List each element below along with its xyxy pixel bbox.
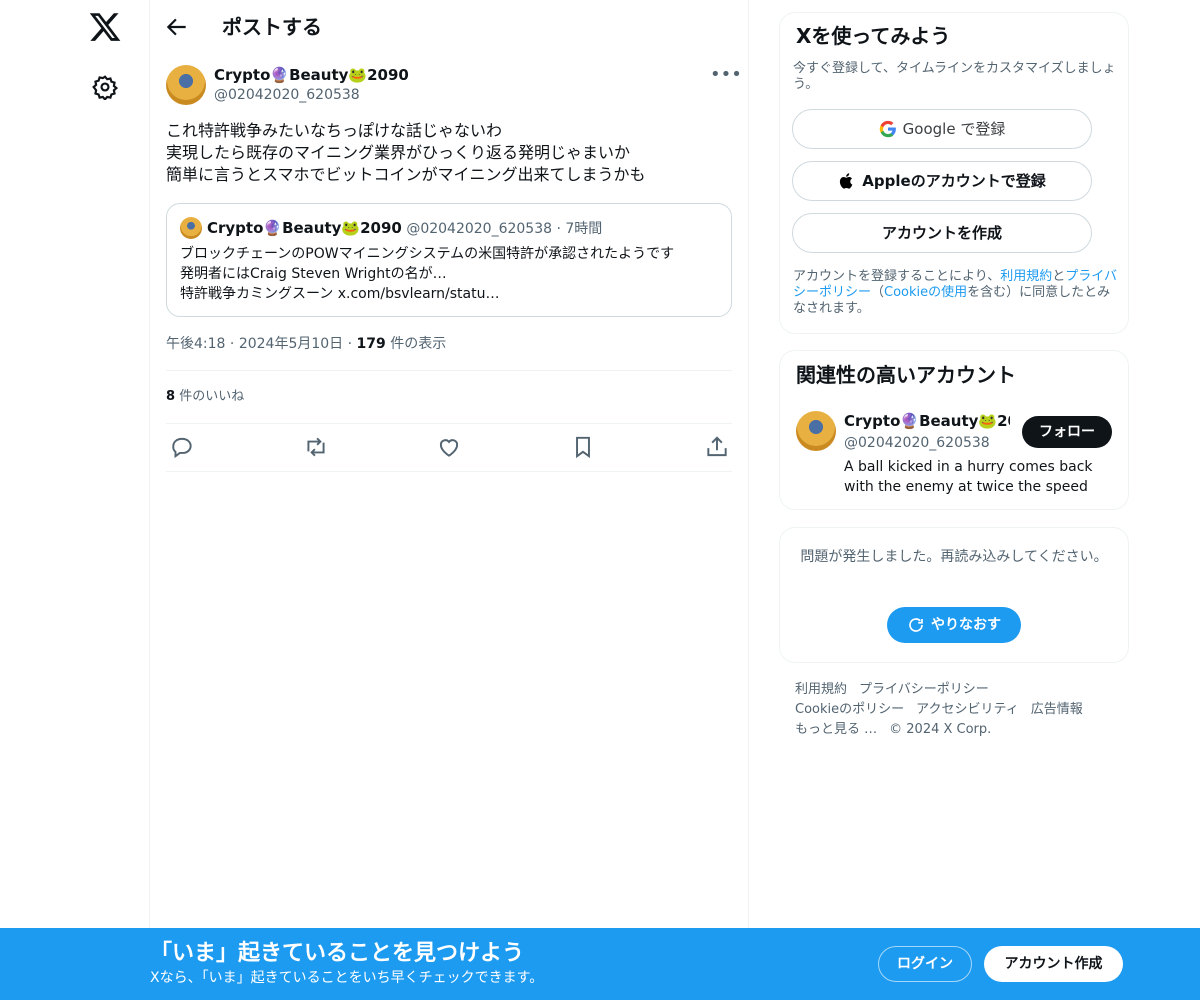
post-date[interactable]: 2024年5月10日 <box>239 336 343 352</box>
post-line: これ特許戦争みたいなちっぽけな話じゃないわ <box>166 121 503 140</box>
divider <box>166 370 732 371</box>
quoted-line: 発明者にはCraig Steven Wrightの名が… <box>180 266 447 282</box>
likes-link[interactable]: 8 件のいいね <box>166 387 244 407</box>
google-signup-label: Google で登録 <box>902 120 1006 138</box>
quoted-time: 7時間 <box>565 221 603 237</box>
views-label: 件の表示 <box>390 336 447 352</box>
post-line: 簡単に言うとスマホでビットコインがマイニング出来てしまうかも <box>166 165 646 184</box>
author-name[interactable]: Crypto🔮Beauty🐸2090 <box>214 64 409 86</box>
reply-icon[interactable] <box>169 434 195 460</box>
footer-more-link[interactable]: もっと見る … <box>795 722 877 737</box>
terms-and: と <box>1052 269 1066 284</box>
back-arrow-icon[interactable] <box>164 14 190 40</box>
post-text: これ特許戦争みたいなちっぽけな話じゃないわ 実現したら既存のマイニング業界がひっ… <box>166 120 732 186</box>
footer-links: 利用規約 プライバシーポリシー Cookieのポリシー アクセシビリティ 広告情報 も… <box>795 680 1115 740</box>
signup-subtitle: 今すぐ登録して、タイムラインをカスタマイズしましょう。 <box>793 61 1116 92</box>
bookmark-icon[interactable] <box>570 434 596 460</box>
views-count: 179 <box>356 336 386 352</box>
terms-paren: （ <box>871 285 885 300</box>
quoted-text: ブロックチェーンのPOWマイニングシステムの米国特許が承認されたようです 発明者… <box>180 244 720 304</box>
create-account-button[interactable]: アカウントを作成 <box>792 213 1092 253</box>
footer-link[interactable]: Cookieのポリシー <box>795 702 904 717</box>
share-icon[interactable] <box>704 434 730 460</box>
post-line: 実現したら既存のマイニング業界がひっくり返る発明じゃまいか <box>166 143 631 162</box>
author-avatar[interactable] <box>166 65 206 105</box>
signup-button[interactable]: アカウント作成 <box>984 946 1123 982</box>
banner-title: 「いま」起きていることを見つけよう <box>150 941 525 966</box>
separator-dot: · <box>556 221 561 237</box>
apple-signup-button[interactable]: Appleのアカウントで登録 <box>792 161 1092 201</box>
separator-dot: · <box>229 336 239 352</box>
footer-link[interactable]: 利用規約 <box>795 682 847 697</box>
related-avatar[interactable] <box>796 411 836 451</box>
like-heart-icon[interactable] <box>436 434 462 460</box>
quoted-author-handle: @02042020_620538 <box>406 221 553 237</box>
terms-prefix: アカウントを登録することにより、 <box>793 269 1001 284</box>
likes-label: 件のいいね <box>179 389 245 404</box>
divider <box>166 471 732 472</box>
footer-link[interactable]: アクセシビリティ <box>916 702 1019 717</box>
footer-copyright: © 2024 X Corp. <box>889 722 992 737</box>
page-title: ポストする <box>222 15 322 39</box>
related-name[interactable]: Crypto🔮Beauty🐸2090 <box>844 410 1010 432</box>
google-logo-icon <box>879 120 896 138</box>
post-time[interactable]: 午後4:18 <box>166 336 225 352</box>
terms-link[interactable]: 利用規約 <box>1000 269 1052 284</box>
related-title: 関連性の高いアカウント <box>796 363 1016 387</box>
retry-button[interactable]: やりなおす <box>887 607 1021 643</box>
signup-title: Xを使ってみよう <box>796 24 951 48</box>
terms-text: アカウントを登録することにより、利用規約とプライバシーポリシー（Cookieの使… <box>793 269 1119 317</box>
more-options-icon[interactable]: ••• <box>710 64 742 86</box>
footer-link[interactable]: 広告情報 <box>1031 702 1083 717</box>
banner-subtitle: Xなら、「いま」起きていることをいち早くチェックできます。 <box>150 970 544 986</box>
login-button[interactable]: ログイン <box>878 946 972 982</box>
follow-button[interactable]: フォロー <box>1022 416 1112 448</box>
error-message: 問題が発生しました。再読み込みしてください。 <box>800 549 1108 565</box>
separator-dot: · <box>347 336 357 352</box>
refresh-icon <box>909 618 923 632</box>
settings-gear-icon[interactable] <box>92 74 118 100</box>
quoted-line: ブロックチェーンのPOWマイニングシステムの米国特許が承認されたようです <box>180 246 675 262</box>
quoted-header: Crypto🔮Beauty🐸2090 @02042020_620538 · 7時… <box>207 218 602 239</box>
post-actions <box>166 434 732 460</box>
quoted-line: 特許戦争カミングスーン x.com/bsvlearn/statu… <box>180 286 500 302</box>
repost-icon[interactable] <box>303 434 329 460</box>
quoted-author-avatar <box>180 217 202 239</box>
divider <box>166 423 732 424</box>
cookie-link[interactable]: Cookieの使用 <box>884 285 967 300</box>
footer-link[interactable]: プライバシーポリシー <box>859 682 989 697</box>
x-logo-icon[interactable] <box>88 10 122 44</box>
likes-count: 8 <box>166 389 176 404</box>
apple-signup-label: Appleのアカウントで登録 <box>862 172 1046 190</box>
author-handle[interactable]: @02042020_620538 <box>214 85 360 105</box>
apple-logo-icon <box>840 173 853 189</box>
retry-label: やりなおす <box>931 617 1001 633</box>
post-meta: 午後4:18 · 2024年5月10日 · 179 件の表示 <box>166 334 446 354</box>
related-handle[interactable]: @02042020_620538 <box>844 433 990 453</box>
related-bio: A ball kicked in a hurry comes back with… <box>844 459 1093 495</box>
google-signup-button[interactable]: Google で登録 <box>792 109 1092 149</box>
quoted-author-name: Crypto🔮Beauty🐸2090 <box>207 219 402 237</box>
